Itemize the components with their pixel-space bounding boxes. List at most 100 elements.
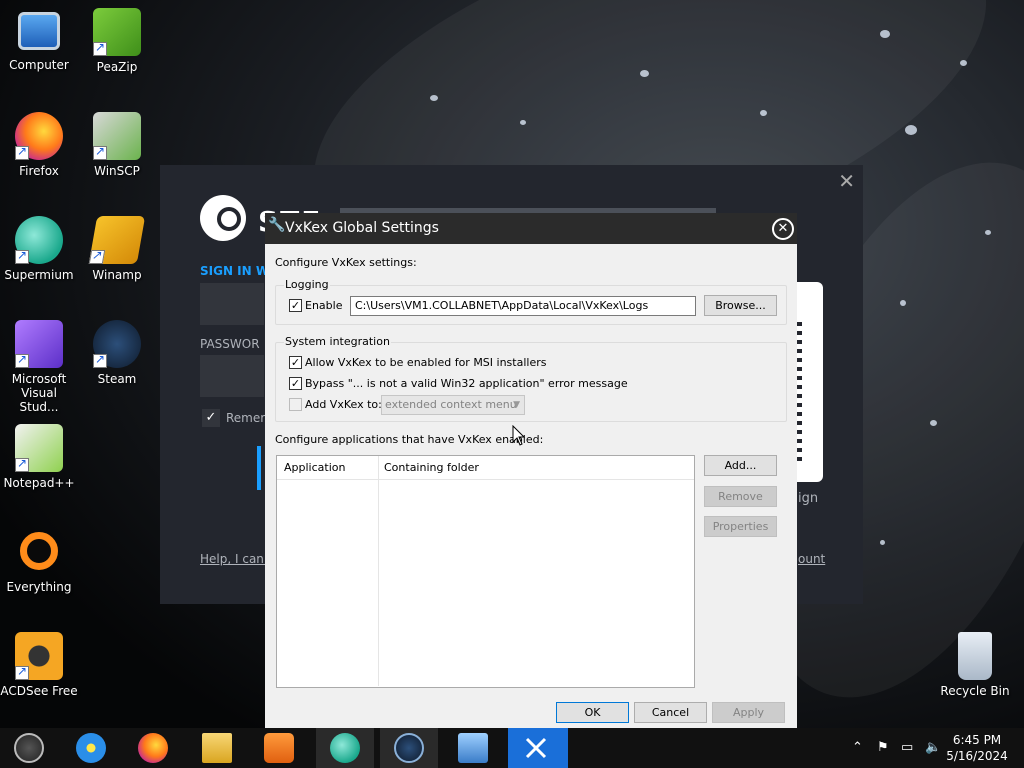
shortcut-arrow-icon	[15, 456, 29, 472]
firefox-icon	[138, 733, 168, 763]
logging-enable-checkbox[interactable]: ✓	[289, 299, 302, 312]
desktop-icon-everything[interactable]: Everything	[0, 528, 78, 594]
taskbar-vxkex[interactable]	[508, 728, 568, 768]
clock-date: 5/16/2024	[946, 749, 1008, 763]
steam-sign-in-button[interactable]	[257, 446, 261, 490]
add-vxkex-to-checkbox[interactable]	[289, 398, 302, 411]
applications-list[interactable]: Application Containing folder	[276, 455, 695, 688]
water-drop	[430, 95, 438, 101]
apply-button[interactable]: Apply	[712, 702, 785, 723]
steam-remember-checkbox[interactable]: ✓	[202, 409, 220, 427]
desktop-icon-label: Firefox	[19, 164, 59, 178]
shortcut-arrow-icon	[15, 248, 29, 264]
taskbar-media-player[interactable]	[250, 728, 308, 768]
taskbar-firefox[interactable]	[124, 728, 182, 768]
wrench-icon: 🔧	[268, 217, 286, 233]
steam-sign-in-label: SIGN IN W	[200, 264, 270, 278]
bypass-error-checkbox[interactable]: ✓	[289, 377, 302, 390]
msi-installers-checkbox[interactable]: ✓	[289, 356, 302, 369]
remove-app-button[interactable]: Remove	[704, 486, 777, 507]
context-menu-select[interactable]: extended context menu ▼	[381, 395, 525, 415]
desktop-icon-winamp[interactable]: Winamp	[78, 216, 156, 282]
start-button[interactable]	[0, 728, 58, 768]
configure-apps-label: Configure applications that have VxKex e…	[275, 433, 544, 446]
add-app-button[interactable]: Add...	[704, 455, 777, 476]
control-panel-icon	[458, 733, 488, 763]
steam-qr-code	[796, 282, 823, 482]
volume-muted-icon[interactable]: 🔈	[925, 728, 941, 768]
visual-studio-icon	[15, 320, 63, 368]
desktop-icon-acdsee[interactable]: ACDSee Free	[0, 632, 78, 698]
desktop-icon-firefox[interactable]: Firefox	[0, 112, 78, 178]
log-path-input[interactable]: C:\Users\VM1.COLLABNET\AppData\Local\VxK…	[350, 296, 696, 316]
water-drop	[985, 230, 991, 235]
water-drop	[640, 70, 649, 77]
shortcut-arrow-icon	[88, 250, 106, 264]
windows-start-icon	[14, 733, 44, 763]
taskbar-control-panel[interactable]	[444, 728, 502, 768]
desktop-icon-label: Supermium	[4, 268, 74, 282]
desktop-icon-label: Recycle Bin	[940, 684, 1010, 698]
recycle-bin-icon	[958, 632, 992, 680]
close-icon[interactable]: ✕	[772, 218, 794, 240]
water-drop	[880, 540, 885, 545]
firefox-icon	[15, 112, 63, 160]
steam-password-label: PASSWOR	[200, 337, 260, 351]
taskbar-file-explorer[interactable]	[188, 728, 246, 768]
taskbar-steam[interactable]	[380, 728, 438, 768]
taskbar-supermium[interactable]	[316, 728, 374, 768]
action-center-flag-icon[interactable]: ⚑	[877, 728, 889, 768]
chevron-down-icon: ▼	[513, 400, 520, 410]
peazip-icon	[93, 8, 141, 56]
steam-password-input[interactable]	[200, 355, 264, 397]
cancel-button[interactable]: Cancel	[634, 702, 707, 723]
desktop-icon-supermium[interactable]: Supermium	[0, 216, 78, 282]
ok-button[interactable]: OK	[556, 702, 629, 723]
desktop-icon-label: Computer	[9, 58, 69, 72]
vxkex-settings-dialog[interactable]: 🔧 VxKex Global Settings ✕ Configure VxKe…	[265, 213, 797, 728]
desktop-icon-label: Everything	[6, 580, 72, 594]
shortcut-arrow-icon	[93, 352, 107, 368]
mouse-cursor-icon	[512, 425, 526, 446]
desktop-icon-label: PeaZip	[96, 60, 138, 74]
steam-icon	[93, 320, 141, 368]
supermium-icon	[15, 216, 63, 264]
supermium-icon	[330, 733, 360, 763]
properties-button[interactable]: Properties	[704, 516, 777, 537]
steam-username-input[interactable]	[200, 283, 264, 325]
column-application[interactable]: Application	[284, 461, 345, 474]
taskbar-clock[interactable]: 6:45 PM 5/16/2024	[944, 732, 1010, 764]
water-drop	[520, 120, 526, 125]
steam-create-account-link[interactable]: ount	[798, 552, 825, 566]
steam-close-icon[interactable]: ✕	[838, 169, 855, 193]
desktop-icon-label: ACDSee Free	[0, 684, 78, 698]
steam-help-link[interactable]: Help, I can'	[200, 552, 267, 566]
notepadpp-icon	[15, 424, 63, 472]
water-drop	[900, 300, 906, 306]
vxkex-tools-icon	[525, 737, 547, 759]
steam-logo-icon	[200, 195, 246, 241]
desktop-icon-winscp[interactable]: WinSCP	[78, 112, 156, 178]
bypass-error-label: Bypass "... is not a valid Win32 applica…	[305, 377, 628, 390]
column-containing-folder[interactable]: Containing folder	[384, 461, 479, 474]
desktop-icon-peazip[interactable]: PeaZip	[78, 8, 156, 74]
shortcut-arrow-icon	[93, 40, 107, 56]
desktop-icon-steam[interactable]: Steam	[78, 320, 156, 386]
water-drop	[760, 110, 767, 116]
desktop-icon-notepadpp[interactable]: Notepad++	[0, 424, 78, 490]
network-icon[interactable]: ▭	[901, 728, 913, 768]
browse-button[interactable]: Browse...	[704, 295, 777, 316]
logging-enable-label: Enable	[305, 299, 343, 312]
steam-remember-label: Remer	[226, 411, 266, 425]
configure-settings-label: Configure VxKex settings:	[275, 256, 417, 269]
taskbar-internet-explorer[interactable]	[62, 728, 120, 768]
system-integration-label: System integration	[284, 335, 391, 348]
clock-time: 6:45 PM	[952, 733, 1002, 747]
desktop-icon-computer[interactable]: Computer	[0, 8, 78, 72]
vxkex-titlebar[interactable]: 🔧 VxKex Global Settings ✕	[265, 213, 797, 244]
desktop-icon-visual-studio[interactable]: Microsoft Visual Stud...	[0, 320, 78, 414]
desktop-icon-recycle-bin[interactable]: Recycle Bin	[936, 632, 1014, 698]
tray-chevron-up-icon[interactable]: ⌃	[852, 728, 863, 768]
shortcut-arrow-icon	[93, 144, 107, 160]
desktop-icon-label: Notepad++	[3, 476, 75, 490]
